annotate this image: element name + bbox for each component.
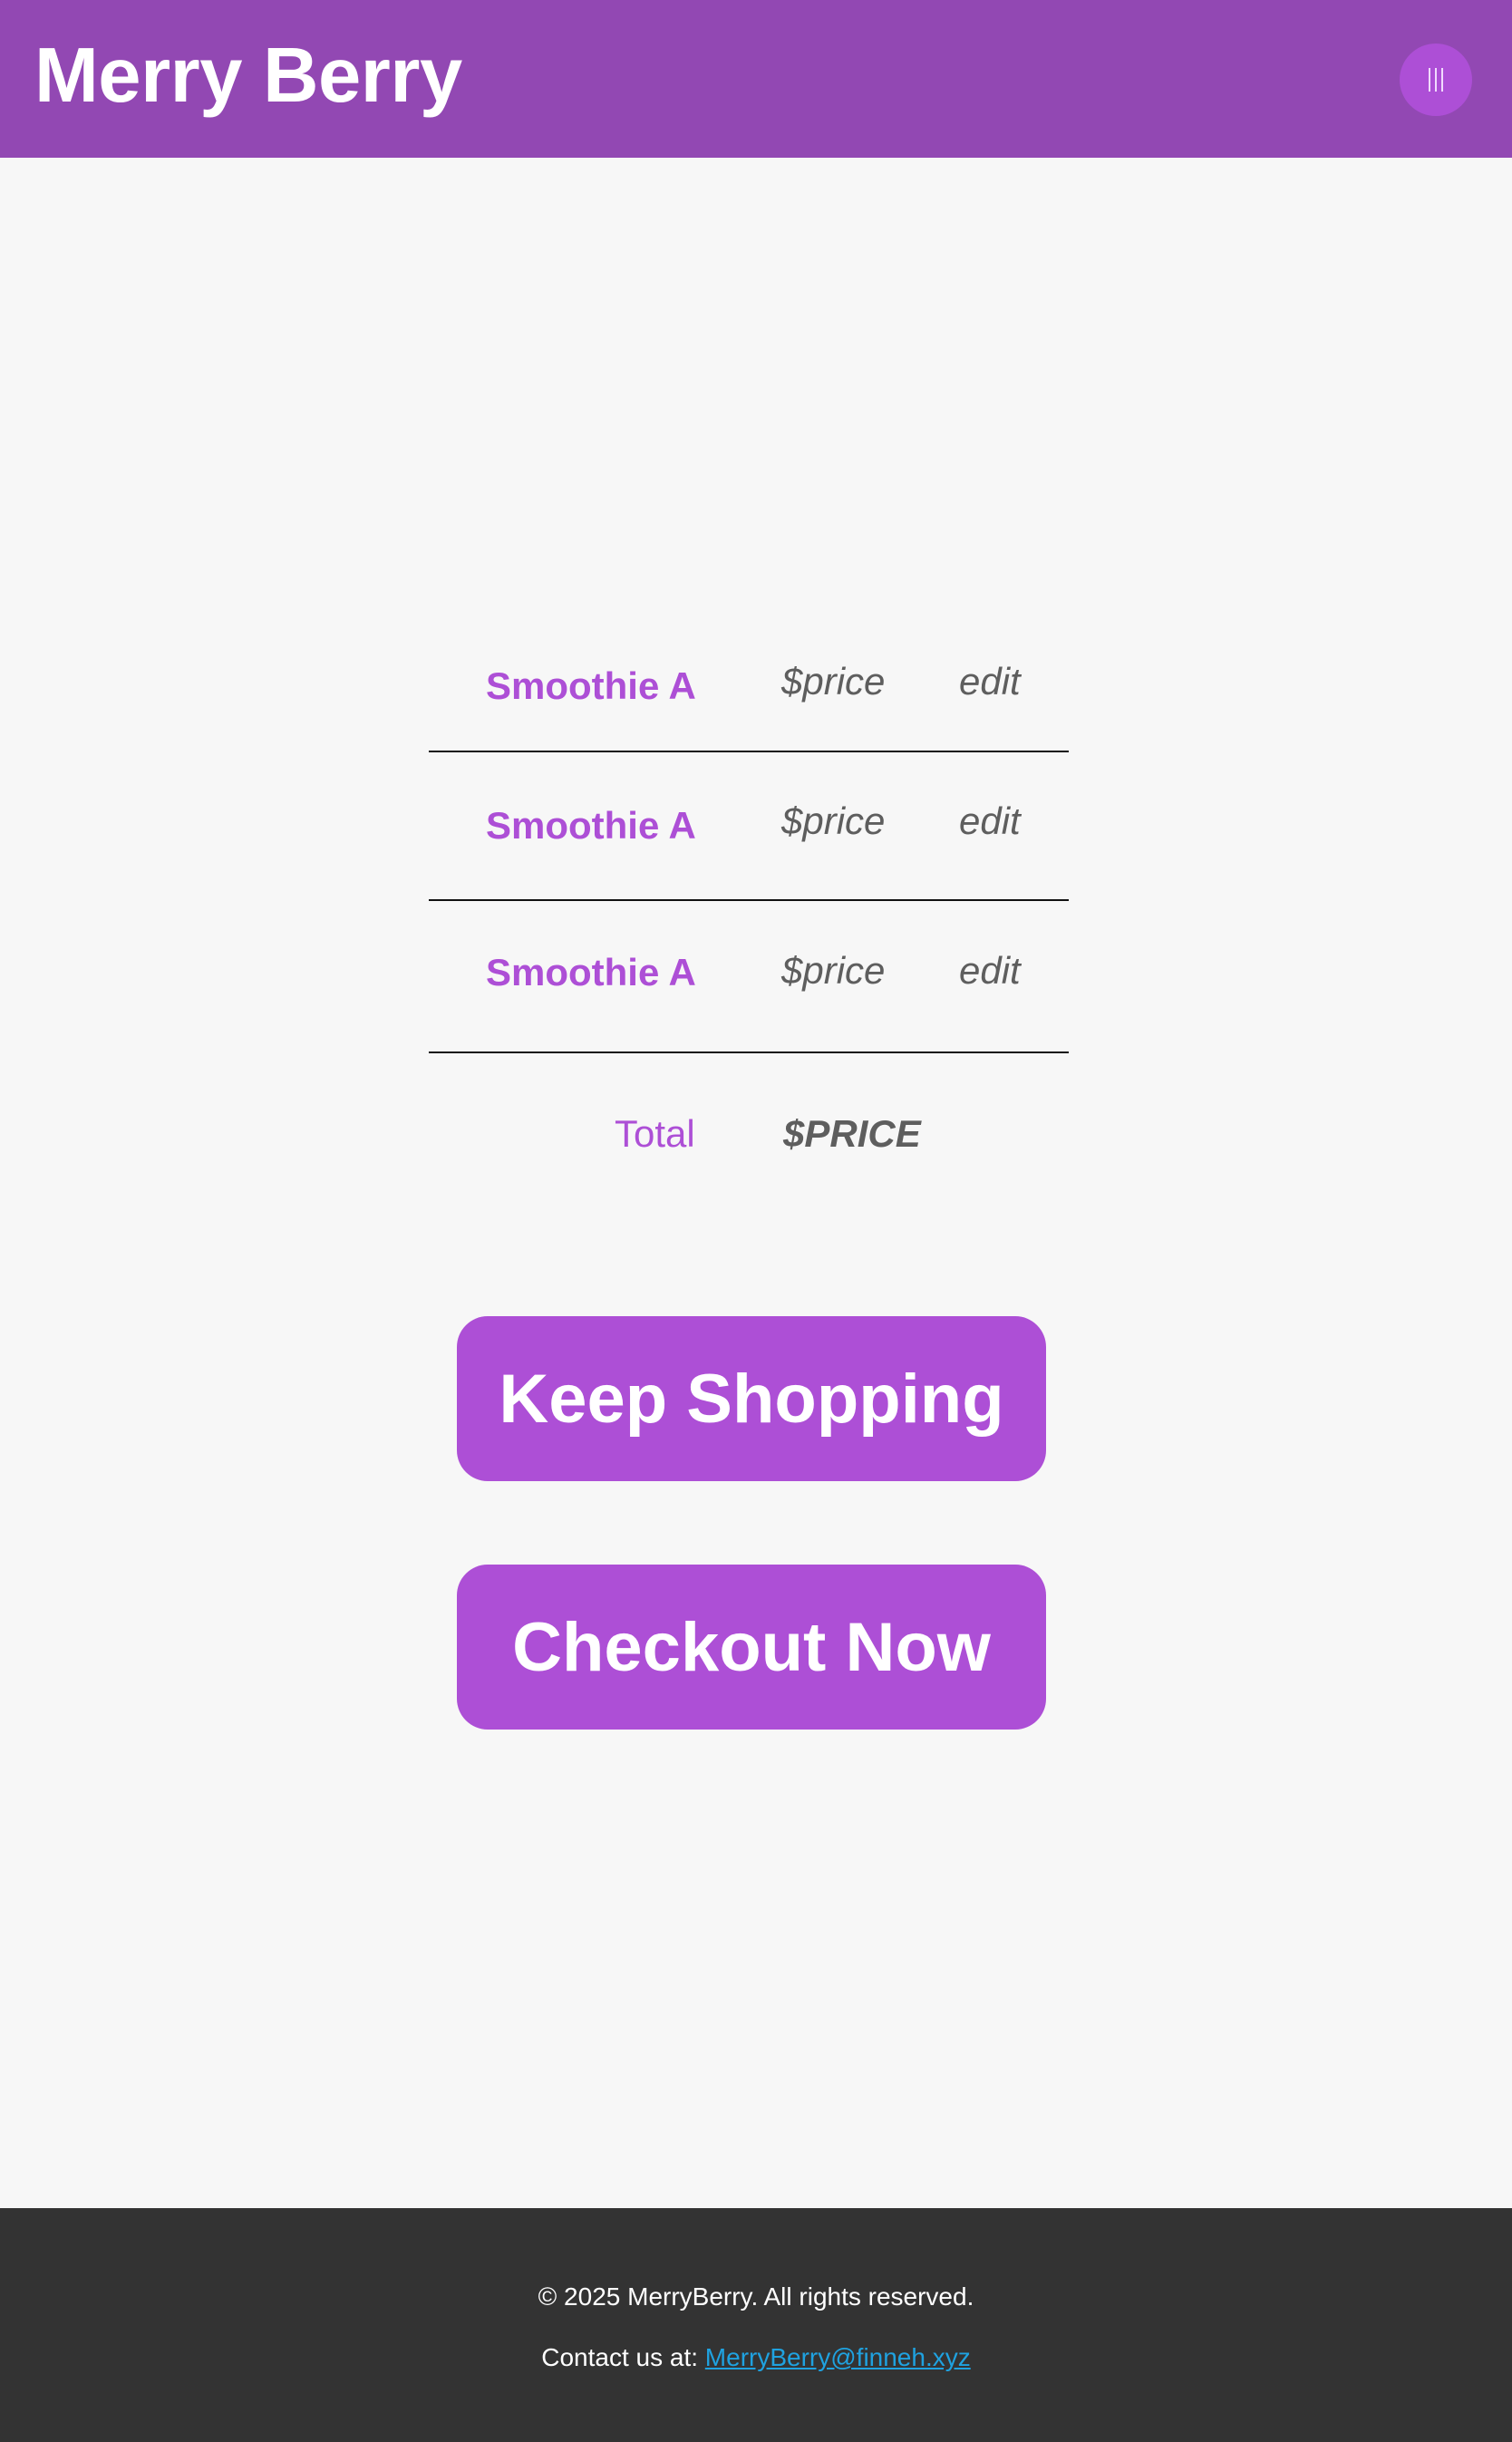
site-header: Merry Berry [0,0,1512,158]
page: Merry Berry Smoothie A $price edit Smoot… [0,0,1512,2442]
cart-item-edit-link[interactable]: edit [959,948,1021,993]
cart-item-price: $price [781,799,886,842]
cart-item-price: $price [781,660,886,703]
copyright-text: © 2025 MerryBerry. All rights reserved. [538,2282,974,2311]
cart-divider [429,751,1069,752]
total-label: Total [615,1112,695,1155]
cart-item-edit-link[interactable]: edit [959,799,1021,844]
site-footer: © 2025 MerryBerry. All rights reserved. … [0,2208,1512,2442]
keep-shopping-button[interactable]: Keep Shopping [457,1316,1046,1481]
cart-item-price: $price [781,949,886,992]
cart-item-name: Smoothie A [486,951,696,993]
contact-prefix: Contact us at: [541,2343,699,2371]
cart-divider [429,899,1069,901]
contact-email-link[interactable]: MerryBerry@finneh.xyz [705,2343,971,2371]
cart-divider [429,1051,1069,1053]
checkout-now-button[interactable]: Checkout Now [457,1565,1046,1730]
cart-item-edit-link[interactable]: edit [959,659,1021,704]
total-value: $PRICE [783,1112,921,1155]
cart-item-name: Smoothie A [486,804,696,847]
menu-button[interactable] [1400,44,1472,116]
site-title: Merry Berry [34,33,462,119]
cart-item-name: Smoothie A [486,664,696,707]
menu-icon [1429,68,1443,92]
contact-line: Contact us at: MerryBerry@finneh.xyz [0,2341,1512,2374]
